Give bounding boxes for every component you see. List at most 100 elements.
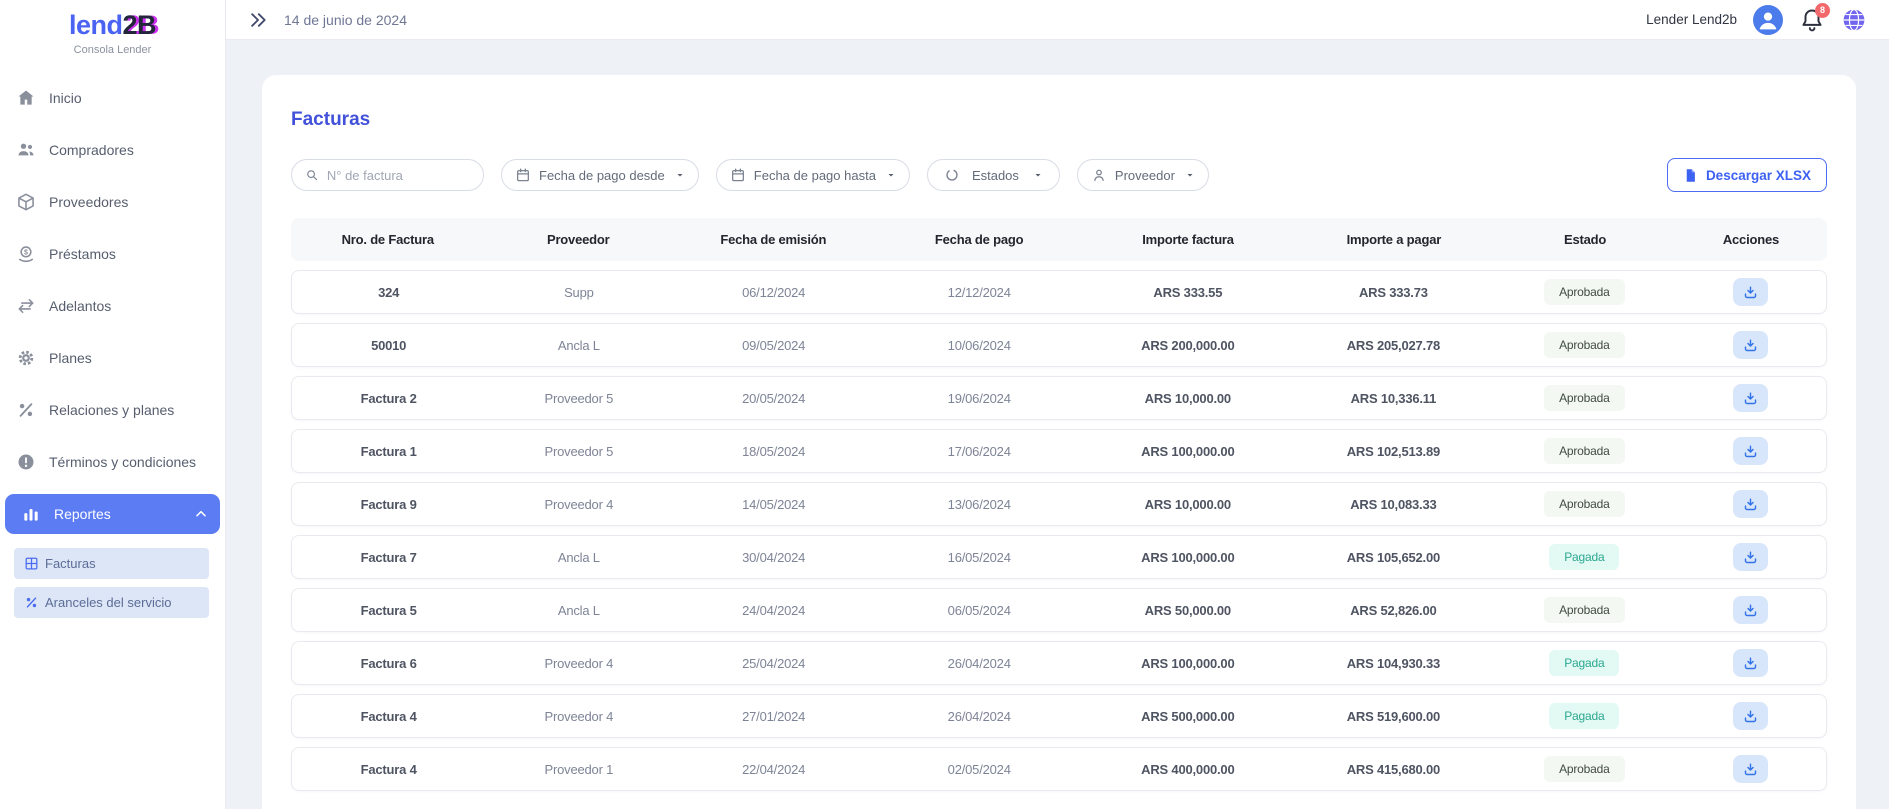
notifications-button[interactable]: 8 (1799, 7, 1825, 33)
table-row: 324 Supp 06/12/2024 12/12/2024 ARS 333.5… (291, 270, 1827, 314)
sidebar-item-label: Relaciones y planes (49, 402, 174, 418)
facturas-table: Nro. de Factura Proveedor Fecha de emisi… (291, 218, 1827, 791)
cell-proveedor: Proveedor 4 (485, 709, 672, 724)
cell-pago: 13/06/2024 (875, 497, 1084, 512)
download-icon (1743, 762, 1758, 777)
proveedor-dropdown[interactable]: Proveedor (1077, 159, 1209, 191)
sidebar-item-terminos[interactable]: Términos y condiciones (0, 436, 225, 488)
sidebar-item-compradores[interactable]: Compradores (0, 124, 225, 176)
language-globe-button[interactable] (1841, 7, 1867, 33)
submenu-item-label: Aranceles del servicio (45, 595, 171, 610)
cell-emision: 18/05/2024 (672, 444, 874, 459)
cell-importe-pagar: ARS 333.73 (1292, 285, 1494, 300)
cube-icon (16, 192, 36, 212)
cell-importe: ARS 100,000.00 (1084, 656, 1293, 671)
filter-label: Fecha de pago hasta (754, 168, 876, 183)
download-icon (1743, 338, 1758, 353)
table-row: Factura 4 Proveedor 1 22/04/2024 02/05/2… (291, 747, 1827, 791)
col-header: Estado (1495, 232, 1675, 247)
cell-importe-pagar: ARS 519,600.00 (1292, 709, 1494, 724)
invoice-search[interactable] (291, 159, 484, 191)
submenu-item-label: Facturas (45, 556, 96, 571)
fecha-desde-dropdown[interactable]: Fecha de pago desde (501, 159, 699, 191)
sidebar-item-adelantos[interactable]: Adelantos (0, 280, 225, 332)
sidebar-item-proveedores[interactable]: Proveedores (0, 176, 225, 228)
cell-proveedor: Proveedor 4 (485, 497, 672, 512)
cell-importe: ARS 50,000.00 (1084, 603, 1293, 618)
sidebar-nav: Inicio Compradores Proveedores $ Préstam… (0, 72, 225, 618)
logo-primary: lend (69, 10, 123, 40)
sidebar-collapse-button[interactable] (248, 10, 268, 30)
cell-emision: 25/04/2024 (672, 656, 874, 671)
calendar-icon (515, 167, 531, 183)
sidebar-item-inicio[interactable]: Inicio (0, 72, 225, 124)
cell-pago: 26/04/2024 (875, 656, 1084, 671)
cell-numero: Factura 9 (292, 497, 485, 512)
user-avatar[interactable] (1753, 5, 1783, 35)
cell-emision: 14/05/2024 (672, 497, 874, 512)
row-download-button[interactable] (1733, 755, 1768, 783)
content-area: Facturas Fecha de pago desde Fecha de pa… (226, 40, 1889, 809)
sidebar: lend2B Consola Lender Inicio Compradores… (0, 0, 226, 809)
filter-label: Proveedor (1115, 168, 1175, 183)
download-xlsx-button[interactable]: Descargar XLSX (1667, 158, 1827, 192)
cell-importe: ARS 400,000.00 (1084, 762, 1293, 777)
brand-subtitle: Consola Lender (0, 44, 225, 56)
row-download-button[interactable] (1733, 649, 1768, 677)
cell-numero: Factura 4 (292, 762, 485, 777)
search-input[interactable] (327, 168, 470, 183)
submenu-item-facturas[interactable]: Facturas (14, 548, 209, 579)
row-download-button[interactable] (1733, 278, 1768, 306)
row-download-button[interactable] (1733, 543, 1768, 571)
col-header: Importe factura (1084, 232, 1293, 247)
cell-importe: ARS 10,000.00 (1084, 497, 1293, 512)
download-icon (1743, 391, 1758, 406)
cell-importe-pagar: ARS 415,680.00 (1292, 762, 1494, 777)
row-download-button[interactable] (1733, 490, 1768, 518)
svg-text:$: $ (24, 249, 28, 257)
table-row: Factura 6 Proveedor 4 25/04/2024 26/04/2… (291, 641, 1827, 685)
cell-importe: ARS 10,000.00 (1084, 391, 1293, 406)
cell-numero: 324 (292, 285, 485, 300)
cell-importe: ARS 100,000.00 (1084, 550, 1293, 565)
sidebar-item-label: Préstamos (49, 246, 116, 262)
row-download-button[interactable] (1733, 437, 1768, 465)
row-download-button[interactable] (1733, 384, 1768, 412)
cell-numero: Factura 4 (292, 709, 485, 724)
main-area: 14 de junio de 2024 Lender Lend2b 8 Fact… (226, 0, 1889, 809)
col-header: Nro. de Factura (291, 232, 485, 247)
person-icon (1091, 167, 1107, 183)
estados-dropdown[interactable]: Estados (927, 159, 1060, 191)
download-icon (1743, 444, 1758, 459)
row-download-button[interactable] (1733, 331, 1768, 359)
fecha-hasta-dropdown[interactable]: Fecha de pago hasta (716, 159, 910, 191)
sidebar-item-planes[interactable]: Planes (0, 332, 225, 384)
col-header: Acciones (1675, 232, 1827, 247)
table-header-row: Nro. de Factura Proveedor Fecha de emisi… (291, 218, 1827, 261)
col-header: Importe a pagar (1292, 232, 1495, 247)
row-download-button[interactable] (1733, 702, 1768, 730)
row-download-button[interactable] (1733, 596, 1768, 624)
cell-numero: Factura 5 (292, 603, 485, 618)
filters-bar: Fecha de pago desde Fecha de pago hasta … (291, 158, 1827, 192)
cell-pago: 16/05/2024 (875, 550, 1084, 565)
sidebar-item-label: Adelantos (49, 298, 111, 314)
cell-emision: 09/05/2024 (672, 338, 874, 353)
submenu-item-aranceles[interactable]: Aranceles del servicio (14, 587, 209, 618)
search-icon (305, 167, 319, 183)
home-icon (16, 88, 36, 108)
cell-importe: ARS 200,000.00 (1084, 338, 1293, 353)
sidebar-item-label: Términos y condiciones (49, 454, 196, 470)
caret-down-icon (675, 170, 685, 180)
gear-icon (16, 348, 36, 368)
table-row: Factura 9 Proveedor 4 14/05/2024 13/06/2… (291, 482, 1827, 526)
download-label: Descargar XLSX (1706, 168, 1811, 183)
status-badge: Pagada (1549, 544, 1619, 570)
sidebar-item-relaciones[interactable]: Relaciones y planes (0, 384, 225, 436)
download-icon (1743, 497, 1758, 512)
cell-importe-pagar: ARS 105,652.00 (1292, 550, 1494, 565)
sidebar-item-prestamos[interactable]: $ Préstamos (0, 228, 225, 280)
sidebar-item-reportes[interactable]: Reportes (5, 494, 220, 534)
sidebar-item-label: Compradores (49, 142, 134, 158)
percent-icon (16, 400, 36, 420)
